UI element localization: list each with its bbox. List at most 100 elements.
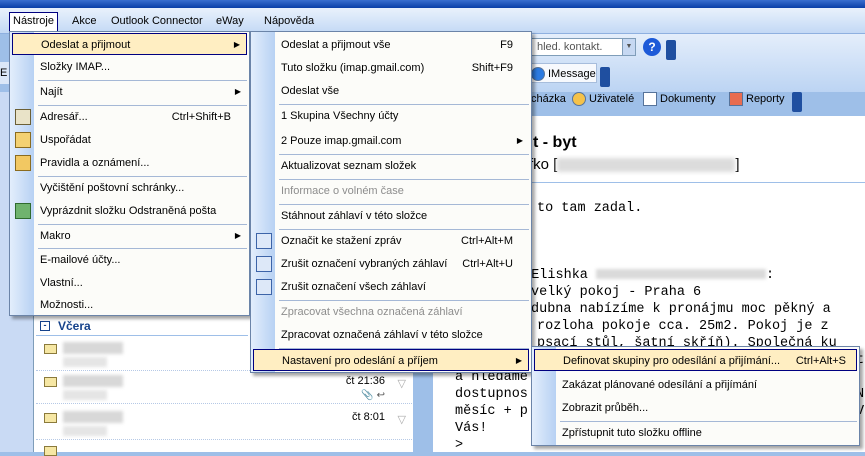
body-line: l Elishka : — [515, 268, 774, 283]
menu-item-label: E-mailové účty... — [40, 254, 121, 266]
menu-item-label: 2 Pouze imap.gmail.com — [281, 135, 402, 147]
menu-item-label: Složky IMAP... — [40, 61, 111, 73]
menu-item-this-folder[interactable]: Tuto složku (imap.gmail.com) Shift+F9 — [253, 57, 529, 79]
attachment-icon: 📎 ↩ — [361, 390, 385, 401]
menu-item-send-all[interactable]: Odeslat vše — [253, 80, 529, 102]
menu-item-label: Nastavení pro odeslání a příjem — [282, 355, 438, 367]
menu-item-define-groups[interactable]: Definovat skupiny pro odesílání a přijím… — [534, 349, 857, 371]
menu-item-send-receive[interactable]: Odeslat a přijmout ▶ — [12, 33, 247, 55]
message-time: čt 8:01 — [351, 411, 385, 423]
menu-item-label: Zrušit označení vybraných záhlaví — [281, 258, 448, 270]
menu-item-empty-folder[interactable]: Vyprázdnit složku Odstraněná pošta — [12, 200, 247, 222]
collapse-icon[interactable]: - — [40, 321, 50, 331]
report-icon — [729, 92, 743, 106]
menu-item-shortcut: Ctrl+Alt+S — [795, 355, 846, 367]
menu-item-shortcut: Shift+F9 — [471, 62, 513, 74]
message-subject — [63, 357, 107, 367]
submenu-arrow-icon: ▶ — [234, 87, 241, 96]
body-fragment: : — [766, 268, 775, 283]
message-row[interactable] — [36, 442, 412, 456]
menu-akce[interactable]: Akce — [68, 12, 100, 30]
organize-icon — [15, 132, 31, 148]
menu-item-address-book[interactable]: Adresář... Ctrl+Shift+B — [12, 106, 247, 128]
menu-item-options[interactable]: Možnosti... — [12, 294, 247, 316]
menu-item-mailbox-cleanup[interactable]: Vyčištění poštovní schránky... — [12, 177, 247, 199]
menu-item-free-busy: Informace o volném čase — [253, 180, 529, 202]
body-line: dubna nabízíme k pronájmu moc pěkný a — [531, 302, 831, 317]
submenu-arrow-icon: ▶ — [234, 231, 241, 240]
menu-item-label: Tuto složku (imap.gmail.com) — [281, 62, 425, 74]
body-line: > — [455, 438, 464, 453]
submenu-arrow-icon: ▶ — [515, 356, 522, 365]
redacted-email — [596, 269, 767, 280]
window-title-bar: utlook — [0, 0, 865, 8]
menu-item-make-offline[interactable]: Zpřístupnit tuto složku offline — [534, 422, 857, 444]
unmark-icon — [256, 256, 272, 272]
imessage-button[interactable]: IMessage — [527, 63, 597, 83]
menu-item-find[interactable]: Najít ▶ — [12, 81, 247, 103]
search-contact-input[interactable]: hled. kontakt. ▼ — [530, 38, 636, 56]
document-icon — [643, 92, 657, 106]
menu-item-label: Odeslat a přijmout vše — [281, 39, 391, 51]
menu-item-rules[interactable]: Pravidla a oznámení... — [12, 152, 247, 174]
sender-email-redacted — [557, 158, 736, 173]
menu-item-group-all-accounts[interactable]: 1 Skupina Všechny účty — [253, 105, 529, 127]
address-book-icon — [15, 109, 31, 125]
menu-item-mark-download[interactable]: Označit ke stažení zpráv Ctrl+Alt+M — [253, 230, 529, 252]
menu-nastroje[interactable]: Nástroje — [9, 12, 58, 32]
menu-item-disable-scheduled[interactable]: Zakázat plánované odesílání a přijímání — [534, 374, 857, 396]
menu-item-email-accounts[interactable]: E-mailové účty... — [12, 249, 247, 271]
menu-item-update-folder-list[interactable]: Aktualizovat seznam složek — [253, 155, 529, 177]
menu-item-label: Zobrazit průběh... — [562, 402, 649, 414]
menu-outlook-connector[interactable]: Outlook Connector — [107, 12, 207, 30]
chevron-down-icon[interactable]: ▼ — [622, 39, 635, 55]
menu-item-label: Označit ke stažení zpráv — [281, 235, 402, 247]
menu-item-show-progress[interactable]: Zobrazit průběh... — [534, 397, 857, 419]
menu-item-label: Makro — [40, 230, 71, 242]
menu-item-unmark-all[interactable]: Zrušit označení všech záhlaví — [253, 276, 529, 298]
dochazka-label: cházka — [531, 93, 566, 105]
menu-napoveda[interactable]: Nápověda — [260, 12, 318, 30]
menu-item-unmark-selected[interactable]: Zrušit označení vybraných záhlaví Ctrl+Al… — [253, 253, 529, 275]
submenu-arrow-icon: ▶ — [516, 136, 523, 145]
reports-button[interactable]: Reporty — [726, 89, 785, 109]
message-row[interactable]: čt 21:36 📎 ↩ ▽ — [36, 373, 412, 404]
envelope-icon — [44, 446, 57, 456]
envelope-icon — [44, 344, 57, 354]
menu-item-send-receive-all[interactable]: Odeslat a přijmout vše F9 — [253, 34, 529, 56]
flag-icon[interactable]: ▽ — [398, 413, 406, 426]
message-row[interactable]: čt 8:01 ▽ — [36, 409, 412, 440]
flag-icon[interactable]: ▽ — [398, 377, 406, 390]
rules-icon — [15, 155, 31, 171]
toolbar-grip[interactable] — [666, 40, 676, 60]
menu-item-download-headers[interactable]: Stáhnout záhlaví v této složce — [253, 205, 529, 227]
from-prefix: fko [ — [529, 156, 558, 173]
menu-item-imap-folders[interactable]: Složky IMAP... — [12, 56, 247, 78]
toolbar-grip-2[interactable] — [600, 67, 610, 87]
reports-label: Reporty — [746, 93, 785, 105]
toolbar-grip-3[interactable] — [792, 92, 802, 112]
mark-download-icon — [256, 233, 272, 249]
menu-item-customize[interactable]: Vlastní... — [12, 272, 247, 294]
dochazka-button[interactable]: cházka — [527, 89, 566, 109]
submenu-arrow-icon: ▶ — [233, 40, 240, 49]
menu-item-label: Pravidla a oznámení... — [40, 157, 150, 169]
users-button[interactable]: Uživatelé — [569, 89, 634, 109]
menu-item-macro[interactable]: Makro ▶ — [12, 225, 247, 247]
documents-button[interactable]: Dokumenty — [640, 89, 716, 109]
menu-item-organize[interactable]: Uspořádat — [12, 129, 247, 151]
menu-item-imap-only[interactable]: 2 Pouze imap.gmail.com ▶ — [253, 130, 529, 152]
body-line: to tam zadal. — [537, 201, 643, 216]
imessage-label: IMessage — [548, 68, 596, 80]
menu-item-send-receive-settings[interactable]: Nastavení pro odeslání a příjem ▶ — [253, 349, 529, 371]
help-icon[interactable]: ? — [643, 38, 661, 56]
menu-item-shortcut: Ctrl+Alt+M — [461, 235, 513, 247]
menu-eway[interactable]: eWay — [212, 12, 248, 30]
trash-icon — [15, 203, 31, 219]
menu-item-label: Stáhnout záhlaví v této složce — [281, 210, 428, 222]
group-header-vcera[interactable]: - Včera — [36, 318, 248, 336]
message-subject — [63, 390, 107, 400]
menu-item-label: Aktualizovat seznam složek — [281, 160, 417, 172]
menu-item-process-marked-folder[interactable]: Zpracovat označená záhlaví v této složce — [253, 324, 529, 346]
menu-item-label: 1 Skupina Všechny účty — [281, 110, 399, 122]
